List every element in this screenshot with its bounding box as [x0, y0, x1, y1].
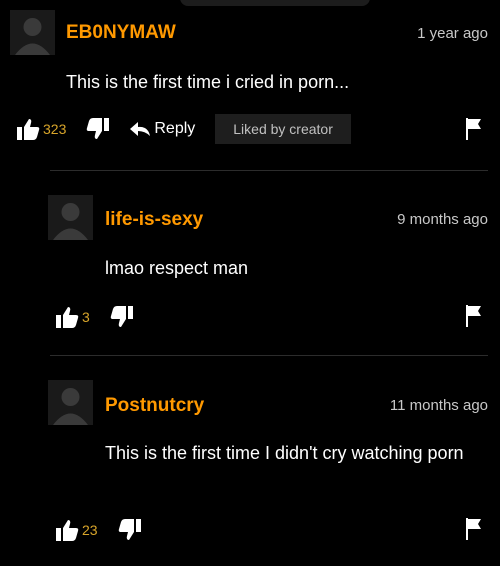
- comment-thread-item: EB0NYMAW 1 year ago This is the first ti…: [0, 0, 500, 170]
- flag-icon[interactable]: [464, 118, 482, 140]
- comment-timestamp: 1 year ago: [417, 25, 488, 42]
- thumbs-up-icon[interactable]: [55, 519, 79, 541]
- flag-icon[interactable]: [464, 518, 482, 540]
- reply-button[interactable]: Reply: [130, 120, 195, 138]
- comment-username[interactable]: life-is-sexy: [105, 209, 203, 231]
- comment-thread-item: life-is-sexy 9 months ago lmao respect m…: [0, 170, 500, 355]
- thumbs-down-icon[interactable]: [118, 519, 142, 541]
- comment-thread-item: Postnutcry 11 months ago This is the fir…: [0, 355, 500, 566]
- like-count: 3: [82, 309, 90, 325]
- comment-timestamp: 11 months ago: [389, 397, 488, 414]
- avatar[interactable]: [48, 380, 93, 425]
- thumbs-down-icon[interactable]: [86, 118, 110, 140]
- thumbs-down-icon[interactable]: [110, 306, 134, 328]
- avatar[interactable]: [48, 195, 93, 240]
- comment-username[interactable]: Postnutcry: [105, 395, 204, 417]
- thumbs-up-icon[interactable]: [55, 306, 79, 328]
- comment-timestamp: 9 months ago: [397, 211, 488, 228]
- thumbs-up-icon[interactable]: [16, 118, 40, 140]
- like-count: 23: [82, 522, 98, 538]
- flag-icon[interactable]: [464, 305, 482, 327]
- comment-text: This is the first time i cried in porn..…: [66, 72, 350, 92]
- avatar[interactable]: [10, 10, 55, 55]
- liked-by-creator-badge: Liked by creator: [215, 114, 351, 144]
- comment-text: This is the first time I didn't cry watc…: [105, 443, 464, 463]
- comment-username[interactable]: EB0NYMAW: [66, 22, 176, 44]
- comment-actions: 323 Reply Liked by creator: [16, 114, 351, 144]
- comment-text: lmao respect man: [105, 258, 249, 278]
- comment-actions: 3: [55, 302, 134, 332]
- reply-arrow-icon: [130, 122, 151, 136]
- comment-actions: 23: [55, 515, 142, 545]
- like-count: 323: [43, 121, 67, 137]
- reply-label: Reply: [154, 120, 196, 137]
